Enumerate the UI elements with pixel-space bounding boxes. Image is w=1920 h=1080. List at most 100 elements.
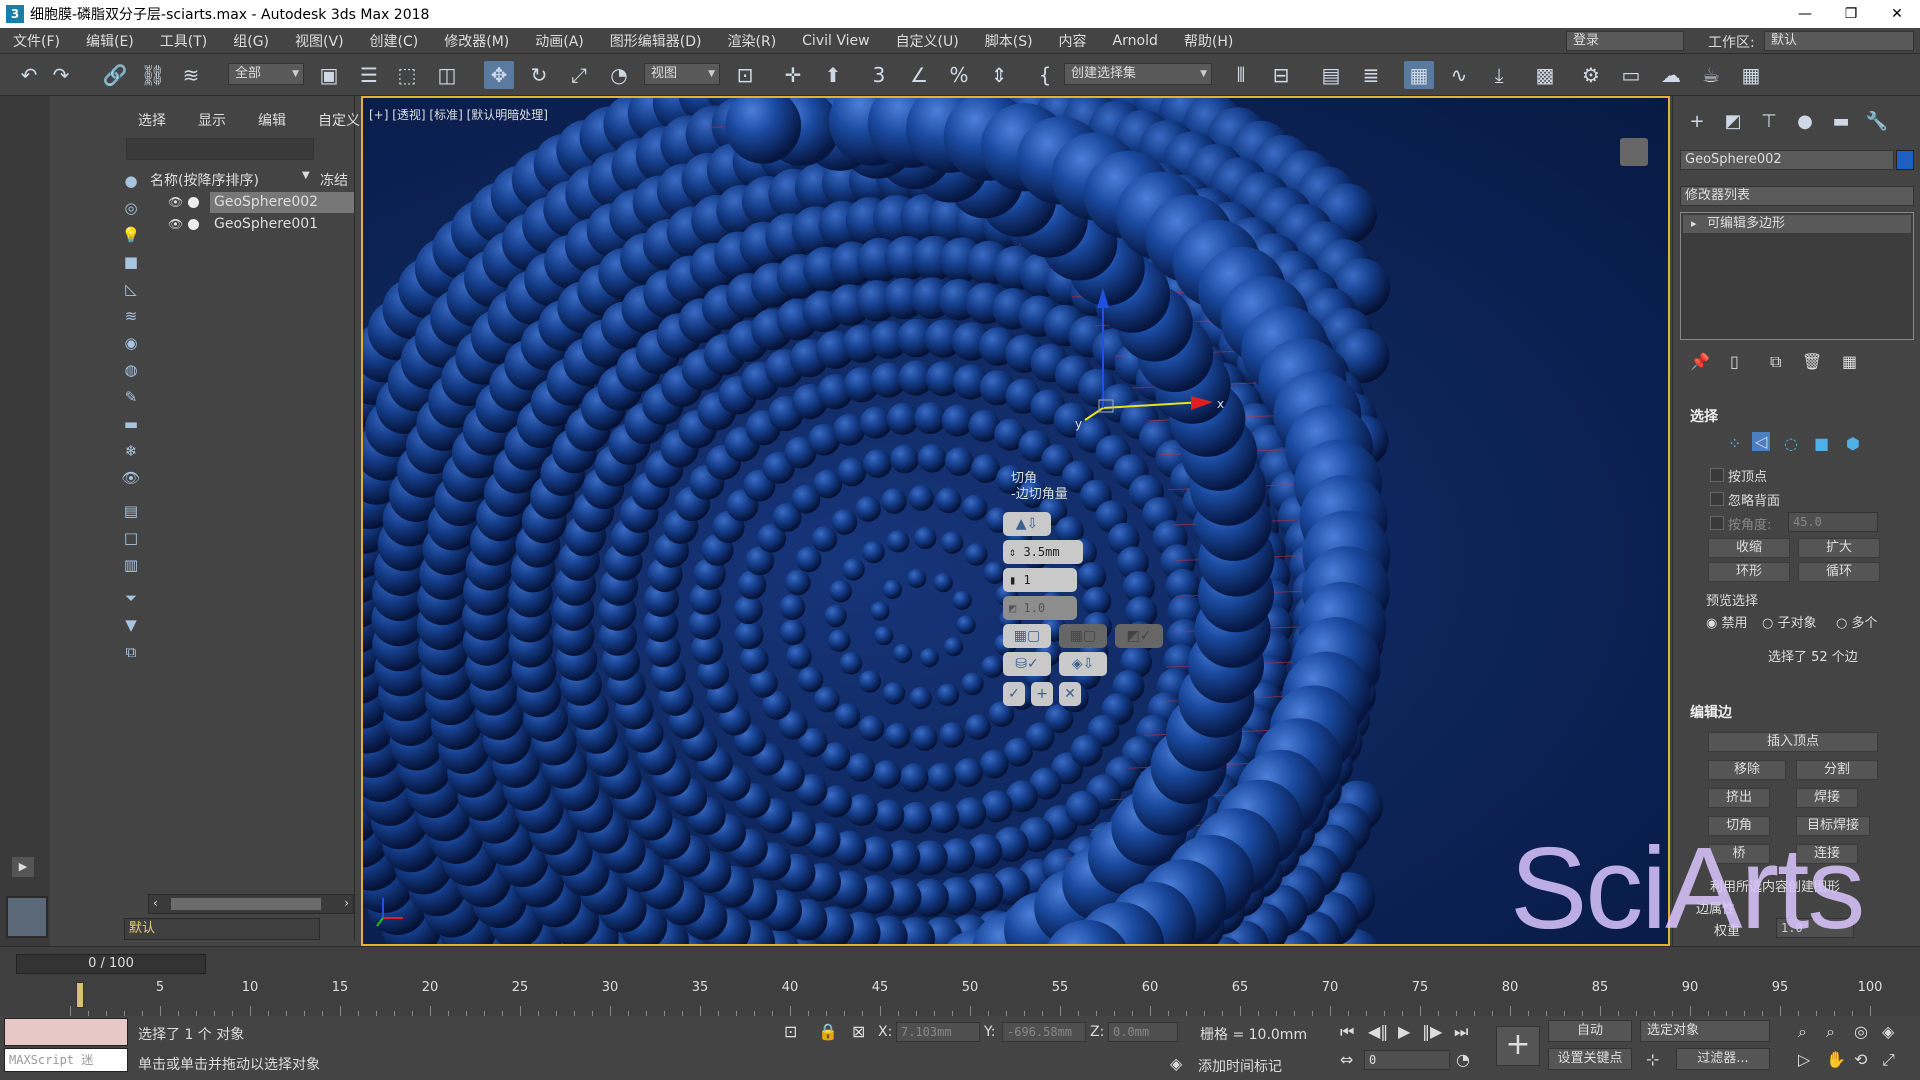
set-key-button[interactable]: 设置关键点 xyxy=(1548,1048,1632,1070)
menu-view[interactable]: 视图(V) xyxy=(282,31,357,51)
modifier-list-dropdown[interactable]: 修改器列表 xyxy=(1680,186,1914,206)
object-name-field[interactable]: GeoSphere002 xyxy=(1680,150,1894,170)
menu-graph-editors[interactable]: 图形编辑器(D) xyxy=(597,31,715,51)
isolate-selection-icon[interactable]: ⊡ xyxy=(784,1022,797,1041)
utilities-tab-icon[interactable]: 🔧 xyxy=(1863,110,1891,134)
selection-filter-dropdown[interactable]: 全部 xyxy=(228,63,304,85)
menu-help[interactable]: 帮助(H) xyxy=(1171,31,1246,51)
menu-rendering[interactable]: 渲染(R) xyxy=(715,31,790,51)
spinner-snap-icon[interactable]: ⇕ xyxy=(984,61,1014,89)
menu-modifiers[interactable]: 修改器(M) xyxy=(431,31,522,51)
make-unique-icon[interactable]: ⧉ xyxy=(1770,352,1781,372)
login-dropdown[interactable]: 登录 xyxy=(1566,31,1684,51)
y-coordinate-field[interactable]: -696.58mm xyxy=(1002,1022,1086,1042)
grow-button[interactable]: 扩大 xyxy=(1798,538,1880,558)
ignore-backfacing-checkbox[interactable]: 忽略背面 xyxy=(1710,490,1780,509)
render-active-shade-icon[interactable]: ☕ xyxy=(1696,61,1726,89)
expand-arrow-icon[interactable]: ▶ xyxy=(12,857,34,877)
rect-selection-icon[interactable]: ⬚ xyxy=(392,61,422,89)
auto-key-button[interactable]: 自动 xyxy=(1548,1020,1632,1042)
remove-modifier-icon[interactable]: 🗑 xyxy=(1802,352,1822,371)
visibility-eye-icon[interactable]: 👁 xyxy=(168,192,183,213)
hidden-filter-icon[interactable]: 👁 xyxy=(120,467,142,489)
cameras-filter-icon[interactable]: ■ xyxy=(120,251,142,273)
edge-mode-icon[interactable]: ◁ xyxy=(1752,432,1771,451)
caddy-cancel-button[interactable]: ✕ xyxy=(1059,682,1081,706)
column-freeze-header[interactable]: 冻结 xyxy=(320,170,348,190)
selection-lock-icon[interactable]: 🔒 xyxy=(818,1022,838,1041)
set-key-icon[interactable]: + xyxy=(1496,1026,1540,1066)
tab-display[interactable]: 显示 xyxy=(198,110,226,130)
chamfer-invert-button[interactable]: ◈⇩ xyxy=(1059,652,1107,676)
maximize-viewport-icon[interactable]: ⤢ xyxy=(1882,1050,1895,1070)
play-icon[interactable]: ▶ xyxy=(1398,1022,1410,1041)
add-time-tag-button[interactable]: 添加时间标记 xyxy=(1198,1056,1282,1076)
create-tab-icon[interactable]: + xyxy=(1683,110,1711,134)
tab-edit[interactable]: 编辑 xyxy=(258,110,286,130)
tab-customize[interactable]: 自定义 xyxy=(318,110,360,130)
polygon-mode-icon[interactable]: ■ xyxy=(1814,434,1829,453)
layer-dropdown[interactable]: 默认 xyxy=(124,918,320,940)
ring-button[interactable]: 环形 xyxy=(1708,562,1790,582)
funnel-icon[interactable]: ▼ xyxy=(120,614,142,636)
undo-icon[interactable]: ↶ xyxy=(14,61,44,89)
configure-modifiers-icon[interactable]: ▦ xyxy=(1842,352,1857,371)
window-crossing-icon[interactable]: ◫ xyxy=(432,61,462,89)
edit-named-selection-icon[interactable]: { xyxy=(1030,61,1060,89)
groups-filter-icon[interactable]: ◉ xyxy=(120,332,142,354)
orbit-icon[interactable]: ⟲ xyxy=(1854,1050,1867,1069)
scene-row[interactable]: 👁 GeoSphere002 xyxy=(150,192,355,213)
preview-disabled-radio[interactable]: ◉ 禁用 xyxy=(1706,612,1748,631)
display-none-icon[interactable]: □ xyxy=(120,527,142,549)
menu-create[interactable]: 创建(C) xyxy=(357,31,432,51)
pan-icon[interactable]: ✋ xyxy=(1826,1050,1846,1069)
snaps-toggle-icon[interactable]: 3 xyxy=(864,61,894,89)
pivot-center-icon[interactable]: ⊡ xyxy=(730,61,760,89)
key-filters-icon[interactable]: ⊹ xyxy=(1646,1050,1659,1069)
object-color-swatch[interactable] xyxy=(1896,150,1914,170)
keyboard-shortcut-icon[interactable]: ⬆ xyxy=(818,61,848,89)
unlink-icon[interactable]: ⛓ xyxy=(138,61,168,89)
z-coordinate-field[interactable]: 0.0mm xyxy=(1108,1022,1178,1042)
rotate-icon[interactable]: ↻ xyxy=(524,61,554,89)
geometry-filter-icon[interactable]: ● xyxy=(120,170,142,192)
zoom-extents-icon[interactable]: ◎ xyxy=(1854,1022,1868,1041)
x-coordinate-field[interactable]: 7.103mm xyxy=(896,1022,980,1042)
frozen-filter-icon[interactable]: ❄ xyxy=(120,440,142,462)
menu-group[interactable]: 组(G) xyxy=(220,31,282,51)
by-angle-spinner[interactable]: 45.0 xyxy=(1788,512,1878,532)
preview-subobject-radio[interactable]: ○ 子对象 xyxy=(1762,612,1817,631)
display-all-icon[interactable]: ▤ xyxy=(120,500,142,522)
insert-vertex-button[interactable]: 插入顶点 xyxy=(1708,732,1878,752)
scroll-left-icon[interactable]: ‹ xyxy=(153,896,158,910)
curve-editor-icon[interactable]: ∿ xyxy=(1444,61,1474,89)
restore-button[interactable]: ❐ xyxy=(1828,0,1874,28)
filter-icon[interactable]: ⏷ xyxy=(120,587,142,609)
workspace-dropdown[interactable]: 默认 xyxy=(1764,31,1914,51)
schematic-view-icon[interactable]: ⤓ xyxy=(1484,61,1514,89)
chamfer-type-button[interactable]: ▲⇩ xyxy=(1003,512,1051,536)
menu-animation[interactable]: 动画(A) xyxy=(522,31,597,51)
chamfer-smooth-threshold-button[interactable]: ◩✓ xyxy=(1115,624,1163,648)
link-icon[interactable]: 🔗 xyxy=(100,61,130,89)
select-by-name-icon[interactable]: ☰ xyxy=(354,61,384,89)
helpers-filter-icon[interactable]: ◺ xyxy=(120,278,142,300)
weld-button[interactable]: 焊接 xyxy=(1796,788,1858,808)
placement-icon[interactable]: ◔ xyxy=(604,61,634,89)
vertex-mode-icon[interactable]: ⁘ xyxy=(1728,434,1741,453)
scene-row[interactable]: 👁 GeoSphere001 xyxy=(150,214,355,235)
lights-filter-icon[interactable]: 💡 xyxy=(120,224,142,246)
shapes-filter-icon[interactable]: ◎ xyxy=(120,197,142,219)
chamfer-smooth-button[interactable]: ▦▢ xyxy=(1003,624,1051,648)
minimize-button[interactable]: — xyxy=(1782,0,1828,28)
menu-edit[interactable]: 编辑(E) xyxy=(73,31,147,51)
by-angle-checkbox[interactable]: 按角度: xyxy=(1710,514,1771,533)
viewport-label[interactable]: [+] [透视] [标准] [默认明暗处理] xyxy=(369,106,548,123)
menu-tools[interactable]: 工具(T) xyxy=(147,31,220,51)
preview-multi-radio[interactable]: ○ 多个 xyxy=(1836,612,1878,631)
reference-coord-dropdown[interactable]: 视图 xyxy=(644,63,720,85)
chamfer-open-button[interactable]: ⛁✓ xyxy=(1003,652,1051,676)
current-frame-field[interactable]: 0 xyxy=(1364,1050,1450,1070)
viewcube-icon[interactable] xyxy=(1620,138,1648,166)
zoom-all-icon[interactable]: ⌕ xyxy=(1826,1022,1835,1042)
